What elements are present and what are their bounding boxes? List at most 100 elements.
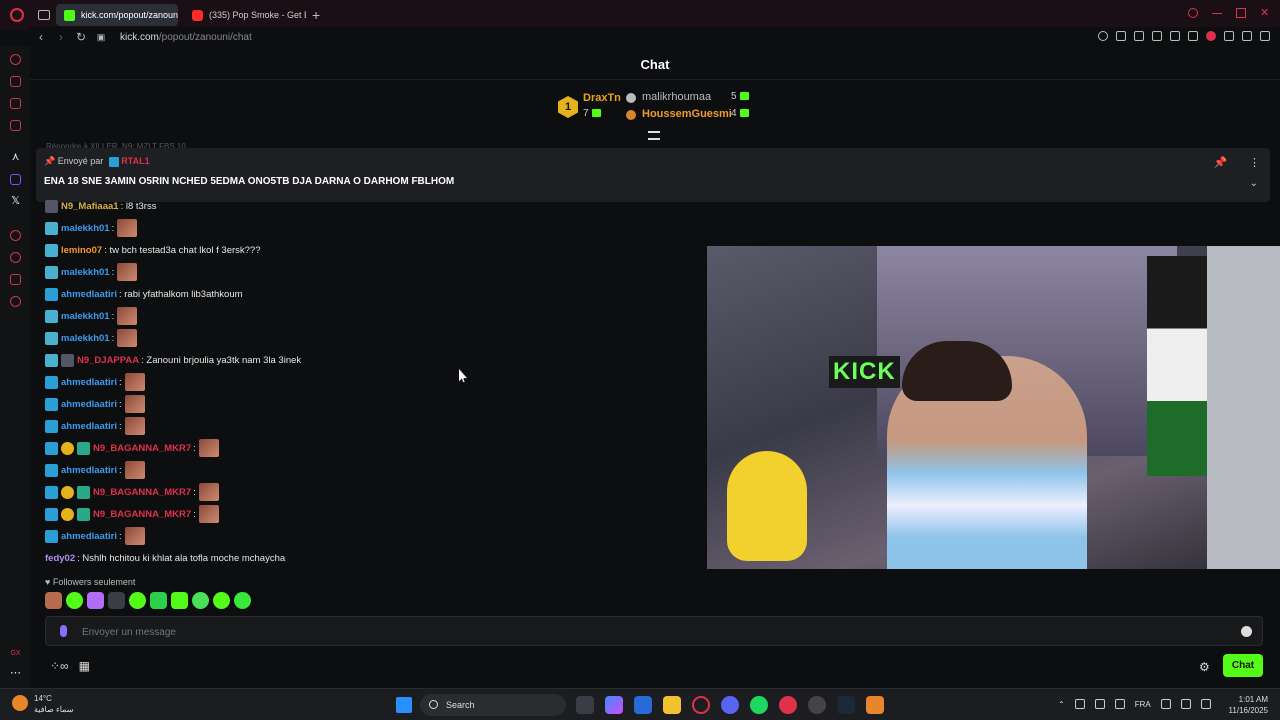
weather-widget[interactable]: 14°C سماء صافية (12, 693, 74, 715)
extensions-icon[interactable] (10, 274, 21, 285)
message-user[interactable]: ahmedlaatiri (61, 465, 117, 476)
search-icon[interactable] (1188, 8, 1198, 18)
opera-icon[interactable] (779, 696, 797, 714)
emote-icon[interactable] (87, 592, 104, 609)
back-icon[interactable]: ‹ (32, 30, 50, 44)
opera-gx-icon[interactable] (692, 696, 710, 714)
zoom-icon[interactable] (1098, 31, 1108, 41)
spotify-icon[interactable] (750, 696, 768, 714)
emote-icon[interactable] (129, 592, 146, 609)
menu-icon[interactable] (1260, 31, 1270, 41)
reload-icon[interactable]: ↻ (72, 30, 90, 44)
gx-icon[interactable]: GX (10, 648, 21, 659)
message-user[interactable]: malekkh01 (61, 333, 110, 344)
discord-icon[interactable] (721, 696, 739, 714)
history-icon[interactable] (10, 252, 21, 263)
aria-icon[interactable] (10, 54, 21, 65)
forward-icon[interactable]: › (52, 30, 70, 44)
message-user[interactable]: N9_Mafiaaa1 (61, 201, 119, 212)
settings-icon[interactable] (10, 296, 21, 307)
tab-youtube[interactable]: (335) Pop Smoke - Get B (184, 4, 306, 26)
file-explorer-icon[interactable] (663, 696, 681, 714)
emote-icon[interactable] (171, 592, 188, 609)
emote-icon[interactable] (108, 592, 125, 609)
minimize-icon[interactable] (1212, 8, 1222, 14)
player-icon[interactable] (10, 230, 21, 241)
message-user[interactable]: N9_DJAPPAA (77, 355, 139, 366)
video-player[interactable]: KICK (707, 246, 1280, 569)
screenshot-icon[interactable] (1134, 31, 1144, 41)
language-indicator[interactable]: FRA (1135, 700, 1151, 709)
twitch-icon[interactable] (10, 174, 21, 185)
message-user[interactable]: ahmedlaatiri (61, 289, 117, 300)
task-view-icon[interactable] (576, 696, 594, 714)
clock[interactable]: 1:01 AM 11/16/2025 (1229, 694, 1268, 716)
workspaces-icon[interactable] (38, 10, 50, 20)
play-icon[interactable] (1188, 31, 1198, 41)
leader-third-name[interactable]: HoussemGuesmi (642, 108, 732, 120)
wallet-icon[interactable] (1224, 31, 1234, 41)
send-chat-button[interactable]: Chat (1223, 654, 1263, 677)
steam-icon[interactable] (837, 696, 855, 714)
taskbar-search[interactable]: Search (420, 694, 566, 716)
leader-first-name[interactable]: DraxTn (583, 92, 621, 104)
message-user[interactable]: malekkh01 (61, 223, 110, 234)
sync-icon[interactable] (1074, 699, 1085, 709)
close-icon[interactable]: ✕ (1260, 8, 1270, 19)
download-icon[interactable] (1242, 31, 1252, 41)
points-icon[interactable]: ⁘∞ (50, 659, 69, 673)
tray-overflow-icon[interactable]: ⌃ (1058, 700, 1065, 709)
snapshot-icon[interactable] (1170, 31, 1180, 41)
emote-icon[interactable] (213, 592, 230, 609)
chat-settings-icon[interactable]: ⚙ (1199, 660, 1210, 674)
mic-tray-icon[interactable] (1114, 699, 1125, 709)
volume-icon[interactable] (1180, 699, 1191, 709)
microphone-icon[interactable] (60, 625, 67, 637)
leader-second-name[interactable]: malikrhoumaa (642, 91, 711, 103)
collapse-leaderboard-icon[interactable] (648, 131, 660, 140)
emote-icon[interactable] (150, 592, 167, 609)
messenger-icon[interactable] (10, 98, 21, 109)
copilot-icon[interactable] (605, 696, 623, 714)
chat-message-input[interactable] (82, 623, 1222, 641)
message-user[interactable]: malekkh01 (61, 311, 110, 322)
emote-icon[interactable] (45, 592, 62, 609)
app-icon[interactable] (866, 696, 884, 714)
message-user[interactable]: fedy02 (45, 553, 75, 564)
pinned-by-user[interactable]: RTAL1 (121, 156, 149, 166)
url-field[interactable]: kick.com/popout/zanouni/chat (120, 32, 252, 43)
video-icon[interactable] (10, 120, 21, 131)
maximize-icon[interactable] (1236, 8, 1246, 18)
more-options-icon[interactable]: ⋮ (1249, 157, 1260, 169)
unpin-icon[interactable]: 📌 (1214, 157, 1228, 169)
message-user[interactable]: lemino07 (61, 245, 102, 256)
store-app-icon[interactable] (634, 696, 652, 714)
bag-icon[interactable] (10, 76, 21, 87)
message-user[interactable]: ahmedlaatiri (61, 377, 117, 388)
cloud-icon[interactable] (1094, 699, 1105, 709)
message-user[interactable]: N9_BAGANNA_MKR7 (93, 509, 191, 520)
message-user[interactable]: ahmedlaatiri (61, 421, 117, 432)
opera-logo-icon[interactable] (10, 8, 24, 22)
more-icon[interactable]: ⋯ (10, 668, 21, 679)
emoji-picker-icon[interactable] (1241, 626, 1252, 637)
expand-pinned-icon[interactable]: ⌄ (1250, 178, 1258, 189)
x-icon[interactable]: 𝕏 (10, 196, 21, 207)
message-user[interactable]: malekkh01 (61, 267, 110, 278)
network-icon[interactable] (1160, 699, 1171, 709)
message-user[interactable]: ahmedlaatiri (61, 399, 117, 410)
browser-icon[interactable] (808, 696, 826, 714)
windows-start-icon[interactable] (396, 697, 412, 713)
heart-icon[interactable] (1206, 31, 1216, 41)
tab-kick[interactable]: kick.com/popout/zanouni (56, 4, 178, 26)
emote-icon[interactable] (234, 592, 251, 609)
store-icon[interactable]: ▦ (79, 659, 90, 673)
message-user[interactable]: N9_BAGANNA_MKR7 (93, 443, 191, 454)
pin-icon[interactable] (1116, 31, 1126, 41)
kick-sidebar-icon[interactable]: ⋏ (10, 152, 21, 163)
battery-icon[interactable] (1200, 699, 1211, 709)
vpn-icon[interactable] (1152, 31, 1162, 41)
message-user[interactable]: ahmedlaatiri (61, 531, 117, 542)
message-user[interactable]: N9_BAGANNA_MKR7 (93, 487, 191, 498)
emote-icon[interactable] (192, 592, 209, 609)
